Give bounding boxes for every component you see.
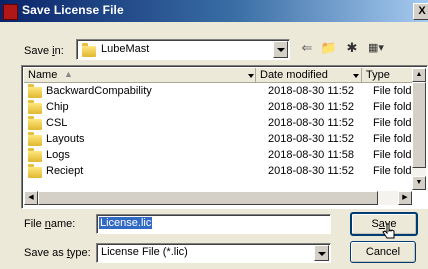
file-date: 2018-08-30 11:52 — [268, 165, 355, 177]
column-name-dropdown[interactable] — [247, 69, 256, 82]
folder-icon — [28, 132, 42, 146]
file-type: File folde — [373, 133, 418, 145]
cancel-button[interactable]: Cancel — [350, 241, 416, 263]
save-type-label-post: ype: — [69, 247, 91, 259]
save-dialog: Save License File X Save in: LubeMast ⇐ … — [0, 0, 428, 269]
save-in-label-pre: Save — [24, 45, 53, 57]
chevron-down-icon[interactable] — [273, 41, 288, 58]
file-date: 2018-08-30 11:52 — [268, 133, 355, 145]
file-date: 2018-08-30 11:58 — [268, 149, 355, 161]
save-type-value: License File (*.lic) — [101, 246, 188, 258]
file-name: CSL — [46, 117, 68, 129]
column-date-label: Date modified — [260, 69, 328, 81]
column-date-dropdown[interactable] — [352, 69, 361, 82]
column-header-name[interactable]: Name ▲ — [24, 68, 256, 83]
window-title: Save License File — [22, 3, 124, 17]
file-name-value: License.lic — [99, 217, 153, 229]
list-item[interactable]: CSL 2018-08-30 11:52 File folde — [24, 116, 418, 132]
folder-icon — [28, 100, 42, 114]
new-folder-icon[interactable]: ✱ — [342, 40, 362, 56]
folder-icon — [28, 84, 42, 98]
file-date: 2018-08-30 11:52 — [268, 101, 355, 113]
folder-icon — [28, 116, 42, 130]
file-name: Logs — [46, 149, 70, 161]
save-type-label: Save as type: — [24, 247, 91, 259]
scroll-right-icon[interactable]: ▶ — [398, 191, 412, 205]
save-button-pre: S — [371, 218, 379, 230]
file-type: File folde — [373, 101, 418, 113]
save-in-label: Save in: — [24, 45, 64, 57]
scroll-thumb[interactable] — [412, 82, 426, 168]
list-item[interactable]: Logs 2018-08-30 11:58 File folde — [24, 148, 418, 164]
column-header-date[interactable]: Date modified — [256, 68, 362, 83]
vertical-scrollbar[interactable]: ▲ ▼ — [412, 68, 426, 190]
scroll-left-icon[interactable]: ◀ — [24, 191, 38, 205]
file-date: 2018-08-30 11:52 — [268, 117, 355, 129]
horizontal-scrollbar[interactable]: ◀ ▶ — [24, 191, 412, 205]
file-name: BackwardCompability — [46, 85, 152, 97]
back-icon[interactable]: ⇐ — [298, 40, 316, 56]
folder-icon — [28, 164, 42, 178]
list-item[interactable]: BackwardCompability 2018-08-30 11:52 Fil… — [24, 84, 418, 100]
file-type: File folde — [373, 165, 418, 177]
chevron-down-icon[interactable] — [314, 245, 329, 261]
file-date: 2018-08-30 11:52 — [268, 85, 355, 97]
close-button[interactable]: X — [413, 3, 428, 20]
title-bar: Save License File X — [0, 0, 428, 22]
save-in-label-post: n: — [54, 45, 64, 57]
file-name-label: File name: — [24, 218, 75, 230]
file-name-label-pre: File — [24, 218, 45, 230]
save-in-combo[interactable]: LubeMast — [76, 39, 290, 60]
sort-ascending-icon: ▲ — [64, 69, 73, 79]
list-item[interactable]: Chip 2018-08-30 11:52 File folde — [24, 100, 418, 116]
view-menu-icon[interactable]: ▦▾ — [364, 40, 388, 56]
file-name: Layouts — [46, 133, 85, 145]
file-name: Reciept — [46, 165, 84, 177]
scroll-down-icon[interactable]: ▼ — [412, 176, 426, 190]
save-in-value: LubeMast — [101, 43, 150, 55]
hand-cursor-icon — [382, 223, 395, 239]
file-name-label-post: ame: — [50, 218, 76, 230]
file-type: File folde — [373, 85, 418, 97]
folder-icon — [82, 43, 96, 57]
list-item[interactable]: Layouts 2018-08-30 11:52 File folde — [24, 132, 418, 148]
folder-icon — [28, 148, 42, 162]
up-folder-icon[interactable]: 📁 — [320, 40, 338, 56]
list-item[interactable]: Reciept 2018-08-30 11:52 File folde — [24, 164, 418, 180]
file-name: Chip — [46, 101, 69, 113]
column-type-label: Type — [366, 69, 390, 81]
file-name-input[interactable]: License.lic — [96, 214, 331, 234]
file-type: File folde — [373, 149, 418, 161]
column-name-label: Name — [28, 69, 58, 81]
app-icon — [3, 4, 18, 20]
scroll-up-icon[interactable]: ▲ — [412, 68, 426, 82]
save-type-select[interactable]: License File (*.lic) — [96, 243, 331, 263]
file-list[interactable]: Name ▲ Date modified Type BackwardCompab… — [21, 65, 428, 209]
save-type-label-pre: Save as — [24, 247, 67, 259]
file-type: File folde — [373, 117, 418, 129]
horizontal-scroll-thumb[interactable] — [38, 191, 378, 205]
